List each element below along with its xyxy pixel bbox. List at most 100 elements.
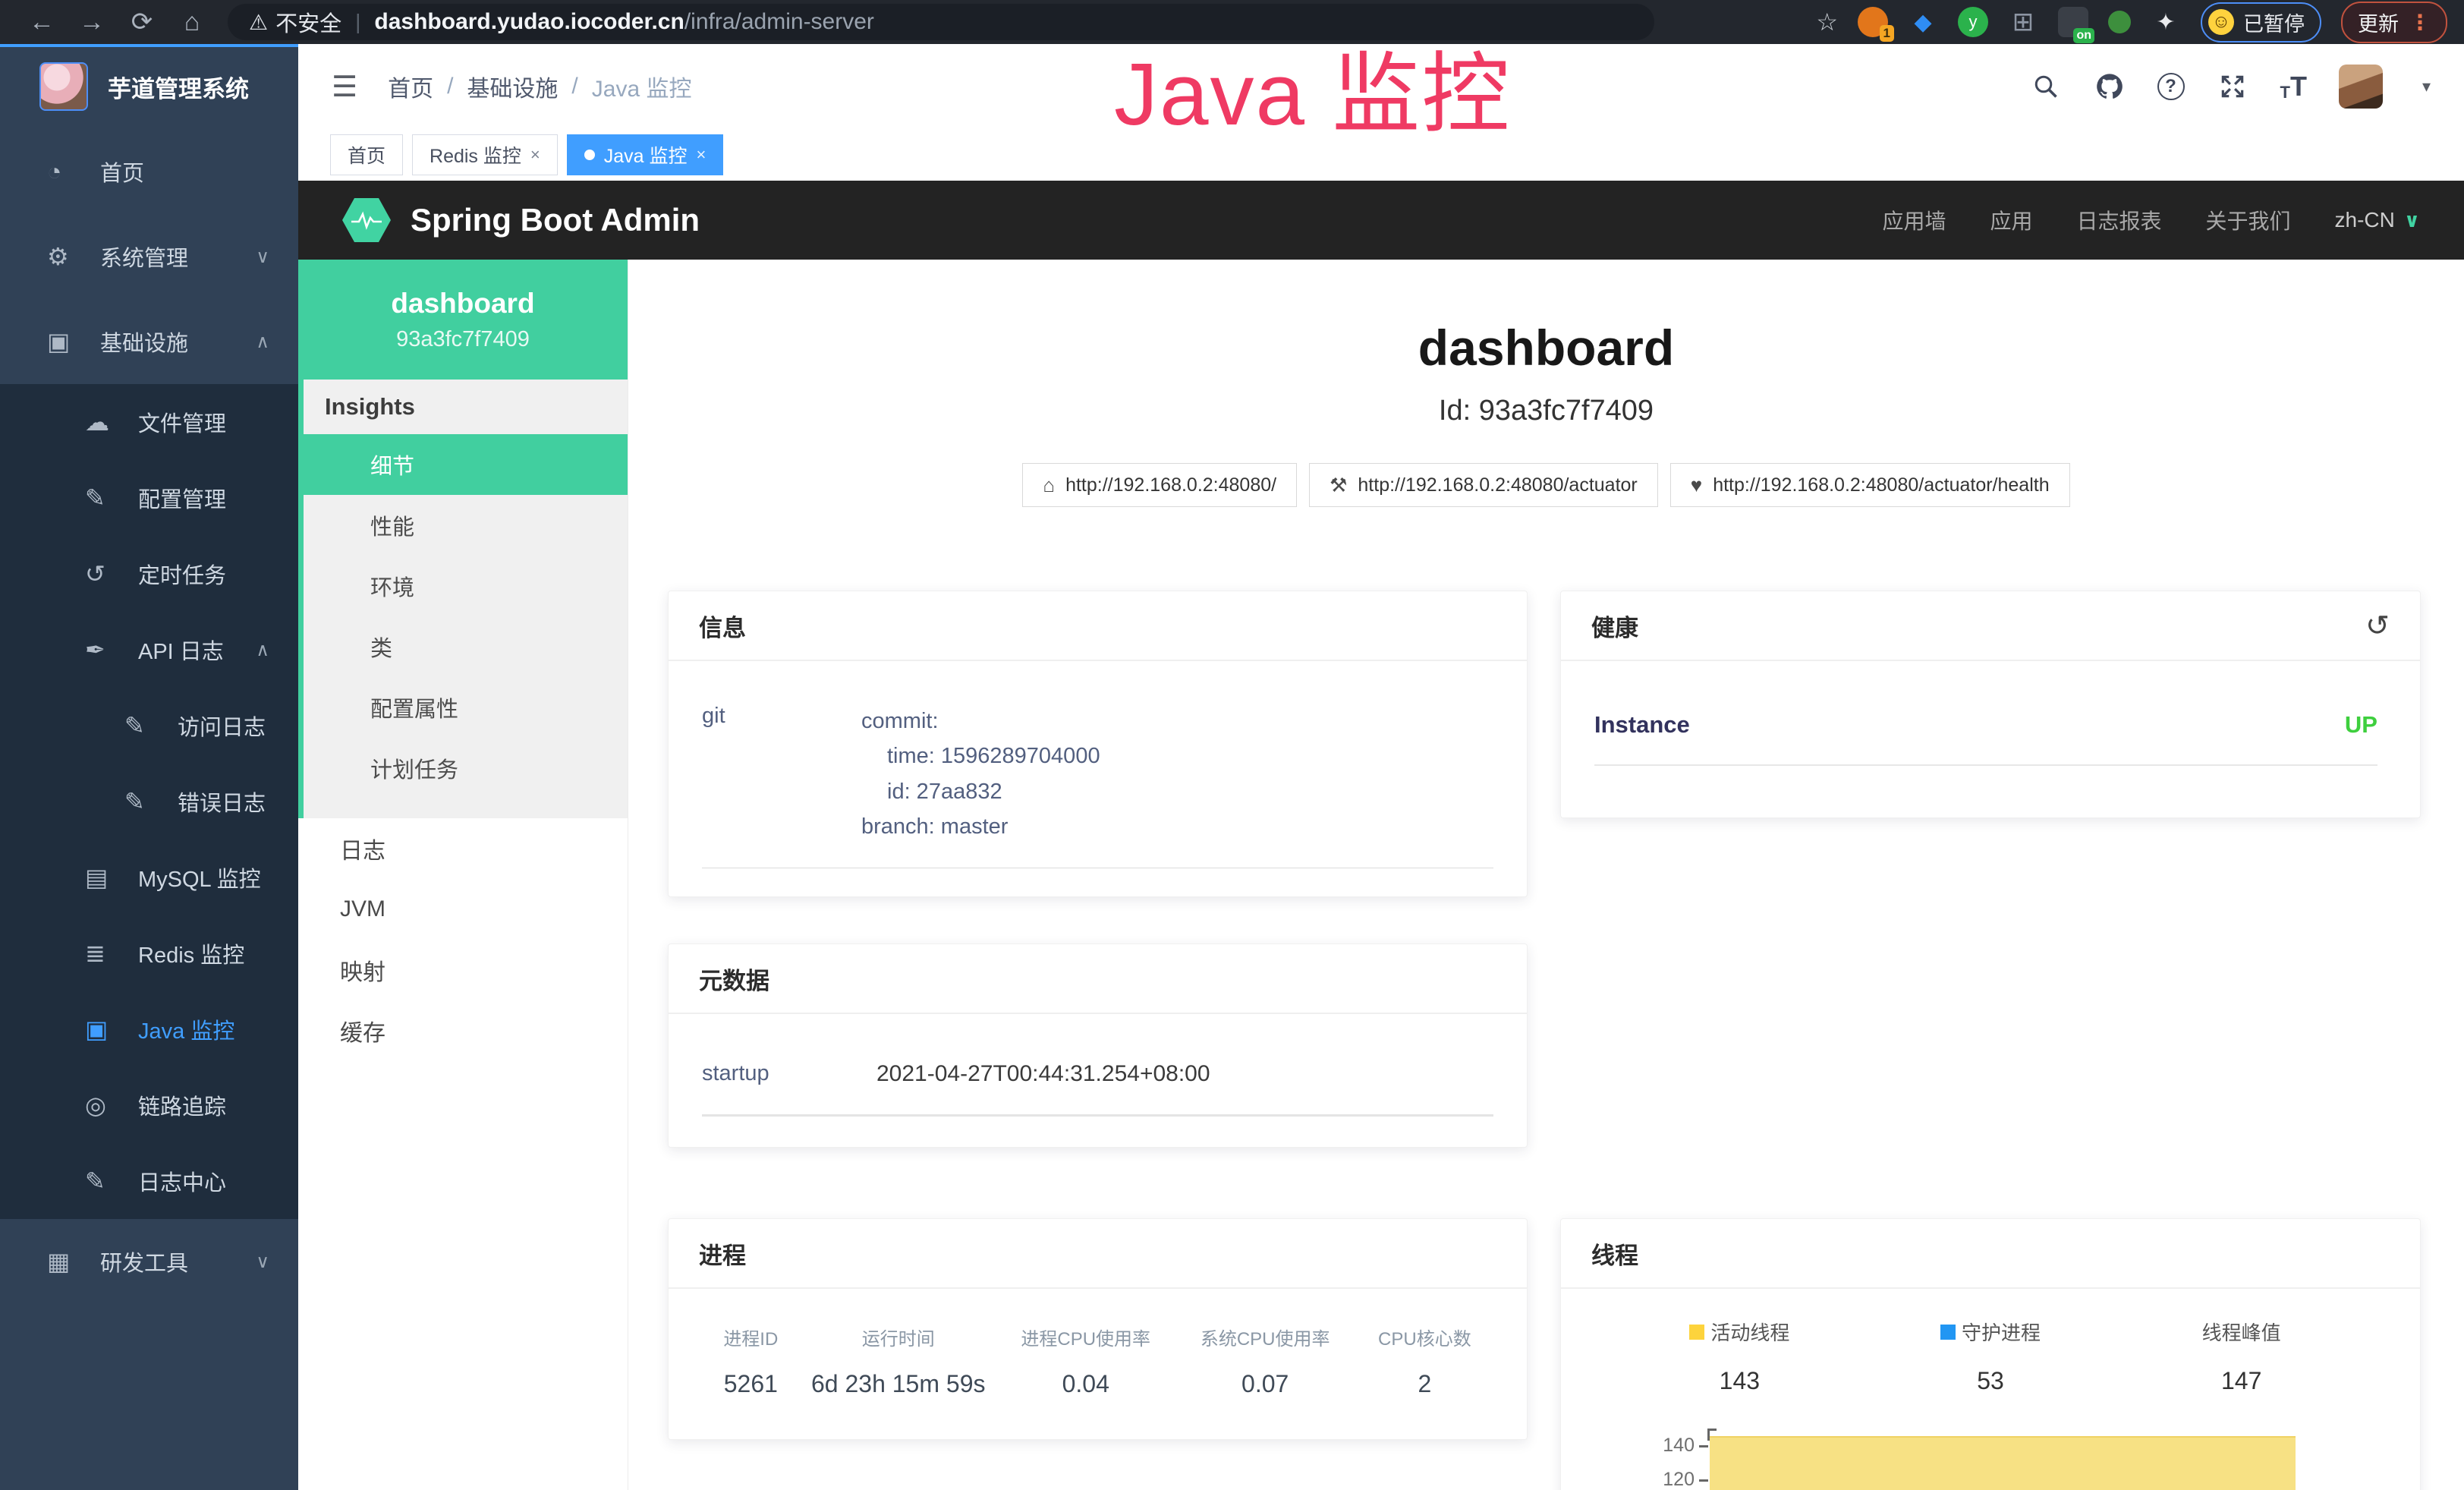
nav-journal[interactable]: 日志报表 (2077, 205, 2162, 235)
tab-label: 首页 (348, 141, 385, 169)
nav-about[interactable]: 关于我们 (2206, 205, 2291, 235)
sba-item-mappings[interactable]: 映射 (298, 940, 628, 1000)
actuator-url-button[interactable]: ⚒ http://192.168.0.2:48080/actuator (1309, 463, 1658, 507)
status-badge: UP (2345, 711, 2377, 739)
update-button[interactable]: 更新 ⋮ (2341, 2, 2447, 43)
tab-home[interactable]: 首页 (330, 134, 403, 175)
app-logo-image (39, 62, 88, 111)
search-icon[interactable] (2030, 71, 2062, 102)
breadcrumb-home[interactable]: 首页 (388, 70, 433, 103)
threads-card: 线程 活动线程 143 守护进程 53 线程峰值 147 (1560, 1218, 2421, 1490)
tab-java-monitor[interactable]: Java 监控 × (567, 134, 724, 175)
active-dot-icon (584, 150, 595, 160)
sba-item-caches[interactable]: 缓存 (298, 1000, 628, 1061)
sidebar-item-log-center[interactable]: ✎ 日志中心 (0, 1143, 298, 1219)
sidebar-item-api-logs[interactable]: ✒ API 日志 ∧ (0, 612, 298, 688)
sba-item-details[interactable]: 细节 (298, 434, 628, 495)
url-path[interactable]: /infra/admin-server (684, 9, 874, 35)
font-size-icon[interactable]: TT (2280, 71, 2307, 102)
nav-applications[interactable]: 应用 (1990, 205, 2032, 235)
sidebar-item-label: 日志中心 (138, 1165, 226, 1197)
sba-brand-title[interactable]: Spring Boot Admin (411, 202, 700, 238)
security-label[interactable]: 不安全 (275, 6, 341, 38)
sidebar-item-redis-monitor[interactable]: ≣ Redis 监控 (0, 915, 298, 991)
extension-pin-icon[interactable]: ◆ (1908, 7, 1938, 37)
chevron-down-icon: ∨ (2404, 209, 2420, 232)
bookmark-star-icon[interactable]: ☆ (1816, 8, 1838, 36)
sba-item-classes[interactable]: 类 (304, 616, 628, 677)
sidebar-item-scheduled-tasks[interactable]: ↺ 定时任务 (0, 536, 298, 612)
sidebar-item-config-mgmt[interactable]: ✎ 配置管理 (0, 460, 298, 536)
extension-y-icon[interactable]: y (1958, 7, 1988, 37)
menu-dots-icon[interactable]: ⋮ (2409, 10, 2431, 35)
sidebar-item-dev-tools[interactable]: ▦ 研发工具 ∨ (0, 1219, 298, 1304)
sidebar-item-system-mgmt[interactable]: ⚙ 系统管理 ∨ (0, 214, 298, 299)
info-card-body: git commit: time: 1596289704000 id: 27aa… (669, 661, 1527, 868)
extension-leaf-icon[interactable] (2108, 11, 2131, 33)
sba-item-logs[interactable]: 日志 (298, 818, 628, 879)
monitor-icon: ▣ (85, 1015, 138, 1044)
metadata-value: 2021-04-27T00:44:31.254+08:00 (876, 1061, 1210, 1087)
sidebar-item-error-logs[interactable]: ✎ 错误日志 (0, 764, 298, 840)
health-card: 健康 ↺ Instance UP (1560, 591, 2421, 818)
tab-redis-monitor[interactable]: Redis 监控 × (412, 134, 558, 175)
paused-chip[interactable]: ☺ 已暂停 (2201, 2, 2321, 43)
chevron-down-icon: ∨ (256, 1251, 269, 1273)
extension-grid-icon[interactable]: ⊞ (2008, 7, 2038, 37)
metadata-card: 元数据 startup 2021-04-27T00:44:31.254+08:0… (668, 943, 1528, 1148)
sidebar-item-access-logs[interactable]: ✎ 访问日志 (0, 688, 298, 764)
paused-label: 已暂停 (2243, 8, 2305, 37)
extension-on-badge: on (2073, 28, 2094, 43)
briefcase-icon: ▦ (47, 1247, 100, 1276)
extension-on-icon[interactable]: on (2058, 7, 2088, 37)
chevron-up-icon: ∧ (256, 639, 269, 661)
language-selector[interactable]: zh-CN ∨ (2335, 208, 2420, 232)
breadcrumb-infrastructure[interactable]: 基础设施 (467, 70, 558, 103)
hamburger-icon[interactable]: ☰ (332, 70, 357, 104)
browser-forward-icon[interactable]: → (67, 8, 117, 37)
avatar-caret-icon[interactable]: ▾ (2422, 77, 2431, 96)
app-logo-row[interactable]: 芋道管理系统 (0, 44, 298, 129)
health-card-body: Instance UP (1561, 661, 2420, 766)
sba-item-config-props[interactable]: 配置属性 (304, 677, 628, 738)
sba-logo-icon[interactable] (342, 198, 391, 242)
database-icon: ▤ (85, 863, 138, 892)
sidebar-item-java-monitor[interactable]: ▣ Java 监控 (0, 991, 298, 1067)
help-icon[interactable]: ? (2157, 73, 2185, 100)
log-icon: ✒ (85, 635, 138, 664)
service-url: http://192.168.0.2:48080/ (1065, 474, 1276, 496)
instance-header[interactable]: dashboard 93a3fc7f7409 (298, 260, 628, 380)
browser-back-icon[interactable]: ← (17, 8, 67, 37)
info-value: commit: time: 1596289704000 id: 27aa832 … (861, 704, 1100, 845)
sba-item-scheduled-tasks[interactable]: 计划任务 (304, 738, 628, 799)
cloud-icon: ☁ (85, 408, 138, 436)
sba-item-jvm[interactable]: JVM (298, 879, 628, 940)
sidebar-item-infrastructure[interactable]: ▣ 基础设施 ∧ (0, 299, 298, 384)
sidebar-item-home[interactable]: ◔ 首页 (0, 129, 298, 214)
history-icon[interactable]: ↺ (2365, 609, 2390, 643)
git-branch-line: branch: master (861, 809, 1100, 844)
sba-item-environment[interactable]: 环境 (304, 556, 628, 616)
info-key: git (702, 704, 861, 845)
health-url-button[interactable]: ♥ http://192.168.0.2:48080/actuator/heal… (1670, 463, 2070, 507)
github-icon[interactable] (2094, 71, 2126, 102)
nav-application-wall[interactable]: 应用墙 (1882, 205, 1946, 235)
close-icon[interactable]: × (530, 145, 540, 165)
health-row-instance[interactable]: Instance UP (1594, 711, 2377, 766)
y-tick-120: 120 (1626, 1469, 1695, 1490)
browser-reload-icon[interactable]: ⟳ (117, 7, 167, 37)
sidebar-item-tracing[interactable]: ◎ 链路追踪 (0, 1067, 298, 1143)
extension-puzzle-icon[interactable]: ✦ (2151, 7, 2181, 37)
close-icon[interactable]: × (697, 145, 706, 165)
health-card-title: 健康 (1591, 609, 1638, 643)
extension-orange-icon[interactable]: 1 (1858, 7, 1888, 37)
sidebar-item-file-mgmt[interactable]: ☁ 文件管理 (0, 384, 298, 460)
browser-home-icon[interactable]: ⌂ (167, 8, 217, 37)
sba-item-metrics[interactable]: 性能 (304, 495, 628, 556)
url-host[interactable]: dashboard.yudao.iocoder.cn (374, 9, 684, 35)
fullscreen-icon[interactable] (2217, 71, 2248, 102)
avatar[interactable] (2339, 65, 2383, 109)
cpu-cores-value: 2 (1353, 1370, 1496, 1398)
service-url-button[interactable]: ⌂ http://192.168.0.2:48080/ (1022, 463, 1297, 507)
sidebar-item-mysql-monitor[interactable]: ▤ MySQL 监控 (0, 840, 298, 915)
